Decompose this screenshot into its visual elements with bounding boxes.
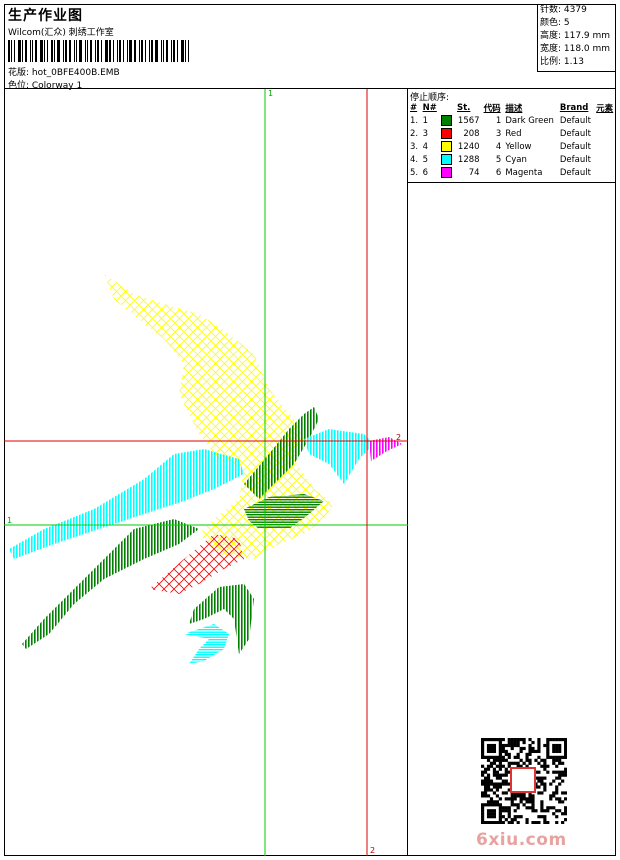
row-desc: Yellow — [505, 141, 532, 152]
table-header-row: # N# St. 代码 描述 Brand 元素 — [408, 101, 616, 114]
row-brand: Default — [559, 141, 591, 152]
cyan-head — [304, 429, 374, 484]
row-desc: Dark Green — [505, 115, 554, 126]
row-index: 2. — [410, 128, 419, 139]
row-desc: Magenta — [505, 167, 543, 178]
header: 生产作业图 Wilcom(汇众) 刺绣工作室 花版: hot_0BFE400B.… — [4, 4, 616, 91]
swatch-0 — [441, 115, 453, 126]
stat-colors: 颜色: 5 — [540, 18, 570, 28]
color-swatch — [439, 140, 455, 153]
swatch-1 — [441, 128, 453, 139]
design-canvas: 1 1 2 2 — [4, 89, 408, 856]
col-header-desc: 描述 — [505, 103, 523, 114]
color-swatch — [439, 153, 455, 166]
stat-stitches: 针数: 4379 — [540, 5, 587, 15]
col-header-element: 元素 — [596, 103, 614, 114]
row-code: 4 — [495, 141, 502, 152]
row-brand: Default — [559, 167, 591, 178]
row-code: 3 — [495, 128, 502, 139]
barcode — [8, 40, 194, 62]
row-n: 6 — [422, 167, 428, 178]
red-axis-right-label: 2 — [396, 433, 402, 442]
swatch-2 — [441, 141, 453, 152]
row-stitches: 74 — [468, 167, 480, 178]
swatch-4 — [441, 167, 453, 178]
table-row: 5. 6 74 6 Magenta Default — [408, 166, 616, 179]
table-row: 3. 4 1240 4 Yellow Default — [408, 140, 616, 153]
red-axis-bottom-label: 2 — [370, 846, 376, 855]
row-stitches: 208 — [463, 128, 480, 139]
stop-sequence-table: # N# St. 代码 描述 Brand 元素 1. 1 1567 1 Dark Gre… — [408, 101, 616, 179]
color-swatch — [439, 127, 455, 140]
col-header-n: N# — [422, 102, 437, 113]
col-header-code: 代码 — [483, 103, 501, 114]
row-element — [594, 166, 616, 179]
cyan-chevron — [184, 624, 229, 664]
stat-scale: 比例: 1.13 — [540, 57, 584, 67]
color-swatch — [439, 166, 455, 179]
page-title: 生产作业图 — [8, 8, 83, 24]
row-index: 3. — [410, 141, 419, 152]
table-row: 2. 3 208 3 Red Default — [408, 127, 616, 140]
table-row: 1. 1 1567 1 Dark Green Default — [408, 114, 616, 127]
col-header-index: # — [410, 102, 418, 113]
row-element — [594, 140, 616, 153]
col-header-st: St. — [457, 102, 471, 113]
row-index: 1. — [410, 115, 419, 126]
embroidery-preview — [4, 89, 408, 856]
table-row: 4. 5 1288 5 Cyan Default — [408, 153, 616, 166]
row-code: 5 — [495, 154, 502, 165]
row-desc: Red — [505, 128, 522, 139]
row-desc: Cyan — [505, 154, 527, 165]
swatch-3 — [441, 154, 453, 165]
qr-code-icon — [481, 738, 568, 825]
row-brand: Default — [559, 115, 591, 126]
green-axis-left-label: 1 — [7, 516, 13, 525]
row-code: 6 — [495, 167, 502, 178]
row-code: 1 — [495, 115, 502, 126]
stat-height: 高度: 117.9 mm — [540, 31, 611, 41]
row-n: 3 — [422, 128, 428, 139]
row-element — [594, 153, 616, 166]
col-header-brand: Brand — [559, 102, 589, 113]
row-stitches: 1567 — [457, 115, 480, 126]
design-stats: 针数: 4379 颜色: 5 高度: 117.9 mm 宽度: 118.0 mm… — [537, 4, 616, 72]
stat-width: 宽度: 118.0 mm — [540, 44, 611, 54]
green-axis-top-label: 1 — [268, 89, 274, 98]
row-brand: Default — [559, 154, 591, 165]
stop-sequence-panel: 停止顺序: # N# St. 代码 描述 Brand 元素 1. 1 1567 1 Da… — [408, 89, 616, 183]
row-element — [594, 114, 616, 127]
row-index: 5. — [410, 167, 419, 178]
row-element — [594, 127, 616, 140]
row-n: 4 — [422, 141, 428, 152]
row-index: 4. — [410, 154, 419, 165]
row-n: 1 — [422, 115, 428, 126]
color-swatch — [439, 114, 455, 127]
row-n: 5 — [422, 154, 428, 165]
watermark: 6xiu.com — [476, 830, 567, 850]
row-stitches: 1288 — [457, 154, 480, 165]
row-stitches: 1240 — [457, 141, 480, 152]
design-file: 花版: hot_0BFE400B.EMB — [8, 68, 120, 78]
company-name: Wilcom(汇众) 刺绣工作室 — [8, 28, 114, 38]
row-brand: Default — [559, 128, 591, 139]
